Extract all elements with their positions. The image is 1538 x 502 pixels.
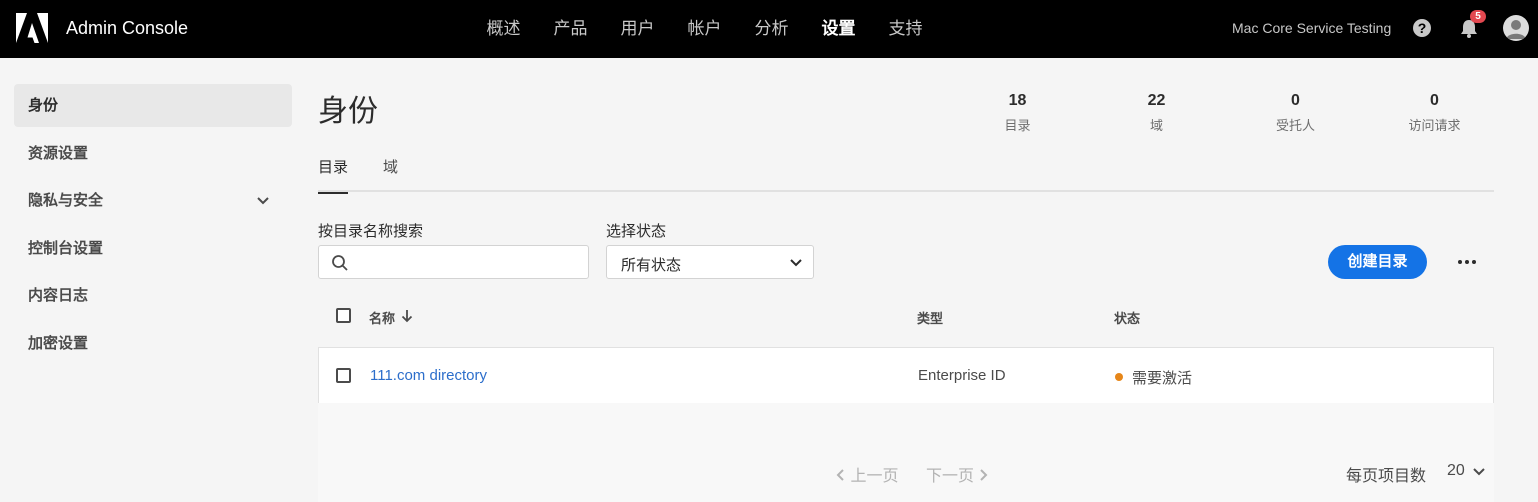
- column-header-name[interactable]: 名称: [369, 308, 395, 327]
- search-field[interactable]: [318, 245, 589, 279]
- stat-label: 域: [1149, 118, 1163, 133]
- stats-summary: 18 目录 22 域 0 受托人 0 访问请求: [948, 92, 1504, 134]
- adobe-logo-icon[interactable]: [16, 13, 48, 43]
- search-label: 按目录名称搜索: [318, 223, 424, 240]
- directory-name-link[interactable]: 111.com directory: [370, 367, 487, 384]
- status-filter-value: 所有状态: [621, 257, 682, 274]
- page-title: 身份: [318, 95, 378, 128]
- stat-access-requests: 0 访问请求: [1365, 92, 1504, 134]
- sidebar-item-privacy-security[interactable]: 隐私与安全: [14, 179, 292, 222]
- main-nav: 概述 产品 用户 帐户 分析 设置 支持: [470, 0, 939, 58]
- tab-bar: 目录 域: [318, 150, 1494, 194]
- chevron-left-icon: [836, 469, 844, 481]
- sidebar-item-label: 资源设置: [28, 144, 89, 162]
- status-filter-label: 选择状态: [606, 223, 667, 240]
- status-indicator-dot: [1115, 373, 1123, 381]
- items-per-page-label: 每页项目数: [1346, 468, 1427, 485]
- sidebar-item-label: 控制台设置: [28, 239, 104, 257]
- sort-descending-icon[interactable]: [400, 309, 414, 323]
- sidebar-item-label: 内容日志: [28, 287, 89, 304]
- nav-item-account[interactable]: 帐户: [671, 0, 738, 58]
- more-options-icon[interactable]: [1454, 250, 1480, 274]
- select-all-checkbox[interactable]: [336, 308, 351, 323]
- sidebar-item-label: 加密设置: [28, 334, 89, 352]
- column-header-status: 状态: [1114, 311, 1141, 326]
- nav-item-overview[interactable]: 概述: [470, 0, 537, 58]
- stat-value: 0: [1291, 92, 1300, 109]
- items-per-page-select[interactable]: 20: [1447, 462, 1465, 480]
- notification-badge: 5: [1470, 10, 1486, 23]
- sidebar-item-label: 身份: [28, 97, 59, 114]
- stat-label: 访问请求: [1408, 118, 1461, 133]
- stat-value: 22: [1147, 92, 1166, 109]
- stat-directories: 18 目录: [948, 92, 1087, 134]
- tab-domains[interactable]: 域: [383, 156, 398, 192]
- stat-domains: 22 域: [1087, 92, 1226, 134]
- nav-item-settings[interactable]: 设置: [805, 0, 872, 58]
- table-empty-area: [318, 403, 1494, 502]
- nav-item-users[interactable]: 用户: [604, 0, 671, 58]
- chevron-down-icon[interactable]: [1472, 465, 1486, 479]
- search-icon: [332, 255, 348, 271]
- sidebar-item-asset-settings[interactable]: 资源设置: [14, 132, 292, 175]
- chevron-down-icon[interactable]: [256, 194, 270, 208]
- stat-label: 目录: [1004, 118, 1031, 133]
- create-directory-button[interactable]: 创建目录: [1328, 245, 1427, 279]
- chevron-right-icon: [980, 469, 988, 481]
- sidebar: 身份 资源设置 隐私与安全 控制台设置 内容日志 加密设置: [14, 84, 292, 369]
- stat-trustees: 0 受托人: [1226, 92, 1365, 134]
- sidebar-item-identity[interactable]: 身份: [14, 84, 292, 127]
- svg-text:?: ?: [1418, 20, 1427, 36]
- next-page-label: 下一页: [926, 468, 975, 485]
- avatar[interactable]: [1503, 15, 1529, 41]
- row-checkbox[interactable]: [336, 368, 351, 383]
- sidebar-item-console-settings[interactable]: 控制台设置: [14, 227, 292, 270]
- stat-value: 18: [1008, 92, 1027, 109]
- table-row[interactable]: 111.com directory Enterprise ID 需要激活: [318, 347, 1494, 403]
- nav-item-support[interactable]: 支持: [872, 0, 939, 58]
- nav-item-products[interactable]: 产品: [537, 0, 604, 58]
- search-input[interactable]: [359, 250, 579, 274]
- directory-status: 需要激活: [1132, 370, 1193, 387]
- help-icon[interactable]: ?: [1412, 18, 1432, 38]
- directory-type: Enterprise ID: [918, 367, 1006, 384]
- org-switcher[interactable]: Mac Core Service Testing: [1232, 20, 1391, 36]
- chevron-down-icon: [790, 259, 802, 267]
- next-page-button[interactable]: 下一页: [926, 462, 990, 486]
- stat-label: 受托人: [1275, 118, 1315, 133]
- app-title[interactable]: Admin Console: [66, 18, 188, 39]
- sidebar-item-content-logs[interactable]: 内容日志: [14, 274, 292, 317]
- status-filter-select[interactable]: 所有状态: [606, 245, 814, 279]
- tab-directories[interactable]: 目录: [318, 156, 348, 194]
- scrollbar[interactable]: [1527, 58, 1538, 502]
- column-header-type: 类型: [917, 311, 944, 326]
- nav-item-insights[interactable]: 分析: [738, 0, 805, 58]
- user-icon: [1503, 15, 1529, 41]
- sidebar-item-encryption-settings[interactable]: 加密设置: [14, 322, 292, 365]
- previous-page-label: 上一页: [850, 468, 899, 485]
- sidebar-item-label: 隐私与安全: [28, 192, 104, 209]
- top-navigation-bar: Admin Console 概述 产品 用户 帐户 分析 设置 支持 Mac C…: [0, 0, 1538, 58]
- stat-value: 0: [1430, 92, 1439, 109]
- previous-page-button[interactable]: 上一页: [834, 462, 898, 486]
